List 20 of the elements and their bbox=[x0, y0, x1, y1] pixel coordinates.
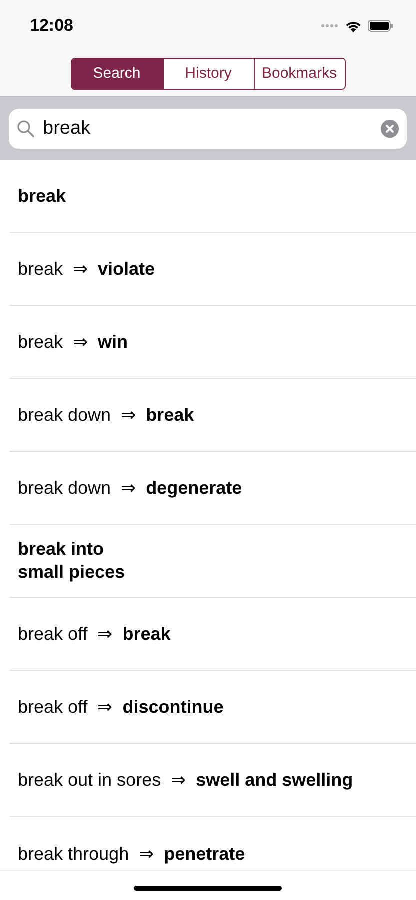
result-entry[interactable]: break off ⇒ break bbox=[18, 622, 171, 646]
segment-tab[interactable]: Search bbox=[72, 59, 162, 89]
result-entry[interactable]: break out in sores ⇒ swell and swelling bbox=[18, 768, 354, 792]
result-entry[interactable]: break down ⇒ break bbox=[18, 404, 194, 426]
result-entry[interactable]: break off ⇒ discontinue bbox=[18, 696, 224, 718]
result-entry[interactable]: break through ⇒ penetrate bbox=[18, 843, 246, 866]
search-icon bbox=[17, 120, 35, 138]
battery-icon bbox=[368, 20, 394, 32]
result-entry[interactable]: break ⇒ violate bbox=[18, 258, 156, 280]
result-headword[interactable]: break bbox=[18, 184, 66, 208]
signal-icon bbox=[321, 24, 339, 28]
result-entry[interactable]: break ⇒ win bbox=[18, 330, 128, 354]
clear-icon[interactable] bbox=[381, 120, 399, 138]
segment-tab[interactable]: Bookmarks bbox=[254, 59, 344, 89]
result-headword[interactable]: break into small pieces bbox=[18, 538, 126, 584]
result-entry[interactable]: break down ⇒ degenerate bbox=[18, 476, 242, 500]
segment-tab[interactable]: History bbox=[162, 59, 254, 89]
search-field[interactable]: break bbox=[9, 108, 407, 148]
status-time: 12:08 bbox=[30, 15, 74, 38]
wifi-icon bbox=[345, 20, 362, 32]
